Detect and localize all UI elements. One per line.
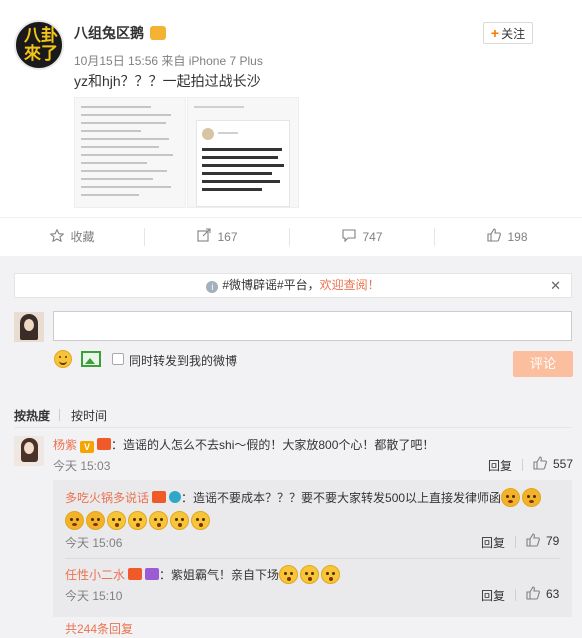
reply-text: ：造谣不要成本？？？要不要大家转发500以上直接发律师函 [181,491,502,505]
reply-like-count: 79 [546,534,560,548]
member-badge-icon [152,491,167,503]
separator [515,589,516,601]
repost-checkbox[interactable] [112,353,124,365]
wow-emoji-icon [107,511,126,530]
favorite-label: 收藏 [70,230,95,244]
post-image-2[interactable] [187,97,299,208]
image-icon[interactable] [81,351,101,367]
plus-icon: + [490,25,500,41]
comment-input[interactable] [53,311,572,341]
comment-text-row: 杨紫 V ：造谣的人怎么不去shi～假的！大家放800个心！都散了吧！ [53,436,434,453]
reply-like-button[interactable]: 79 [526,533,559,550]
weibo-post-page: 八 卦 來 了 八组兔区鹅 10月15日 15:56 来自 iPhone 7 P… [0,0,582,638]
divider [14,427,572,428]
post-text: yz和hjh？？？一起拍过战长沙 [74,73,261,89]
view-all-replies-link[interactable]: 共244条回复 [65,620,133,637]
star-icon [49,219,65,258]
like-count: 198 [507,230,528,244]
angry-emoji-icon [501,488,521,507]
wow-emoji-icon [300,565,320,584]
comment-text: ：造谣的人怎么不去shi～假的！大家放800个心！都散了吧！ [111,438,435,452]
post-source-prefix: 来自 [161,54,186,68]
reply-button[interactable]: 回复 [488,457,512,474]
thumbs-up-icon [526,533,540,550]
repost-checkbox-label[interactable]: 同时转发到我的微博 [129,352,237,369]
comment-like-count: 557 [553,457,574,471]
comment-count: 747 [362,230,383,244]
author-name[interactable]: 八组兔区鹅 [74,25,144,41]
reply-text: ：紫姐霸气！亲自下场 [159,568,280,582]
post-time[interactable]: 10月15日 15:56 [74,54,158,68]
wow-emoji-icon [191,511,210,530]
reply-text-row: 多吃火锅多说话 ：造谣不要成本？？？要不要大家转发500以上直接发律师函 [65,488,543,507]
thumbs-up-icon [487,219,502,258]
sort-by-time-tab[interactable]: 按时间 [71,407,107,424]
wow-emoji-icon [321,565,341,584]
wow-emoji-icon [170,511,189,530]
favorite-button[interactable]: 收藏 [0,218,145,257]
thumbs-up-icon [533,456,547,473]
action-bar: 收藏 167 747 198 [0,217,582,256]
wow-emoji-icon [279,565,299,584]
follow-button[interactable]: + 关注 [483,22,533,44]
reply-list: 多吃火锅多说话 ：造谣不要成本？？？要不要大家转发500以上直接发律师函 今天 1… [53,480,572,617]
avatar-char-1: 八 [24,26,41,46]
rumor-notice-bar: i #微博辟谣#平台，欢迎查阅！ ✕ [14,273,572,298]
info-icon: i [206,281,219,293]
post-meta: 10月15日 15:56 来自 iPhone 7 Plus [74,52,263,69]
angry-emoji-icon [86,511,105,530]
angry-emoji-icon [522,488,542,507]
comment-icon [342,219,357,258]
follow-label: 关注 [501,27,526,41]
separator [522,459,523,471]
avatar-char-3: 來 [24,44,41,64]
separator [515,536,516,548]
sort-by-hot-tab[interactable]: 按热度 [14,407,50,424]
notice-text: #微博辟谣#平台， [222,278,320,292]
avatar-char-2: 卦 [41,26,58,46]
comment-user[interactable]: 杨紫 [53,438,77,452]
wow-emoji-icon [149,511,168,530]
repost-icon [197,219,212,258]
repost-count: 167 [217,230,238,244]
close-icon[interactable]: ✕ [550,274,561,297]
comment-button[interactable]: 747 [290,218,435,257]
reply-like-count: 63 [546,587,560,601]
comment-like-button[interactable]: 557 [533,456,573,473]
reply-button[interactable]: 回复 [481,587,505,604]
verified-icon: V [80,441,95,453]
post-source: iPhone 7 Plus [188,54,263,68]
reply-button[interactable]: 回复 [481,534,505,551]
submit-comment-button[interactable]: 评论 [513,351,573,377]
like-button[interactable]: 198 [435,218,580,257]
reply-user[interactable]: 任性小二水 [65,568,125,582]
reply-emoji-row [65,511,212,530]
angry-emoji-icon [65,511,84,530]
commenter-avatar[interactable] [14,436,44,466]
current-user-avatar [14,312,44,342]
notice-link[interactable]: 欢迎查阅！ [320,278,380,292]
author-name-row: 八组兔区鹅 [74,23,166,43]
fan-badge-icon [169,491,182,503]
thumbs-up-icon [526,586,540,603]
fan-badge-icon [145,568,160,580]
reply-user[interactable]: 多吃火锅多说话 [65,491,149,505]
reply-text-row: 任性小二水 ：紫姐霸气！亲自下场 [65,565,342,584]
reply-time: 今天 15:06 [65,536,123,550]
divider [65,558,560,559]
emoji-icon[interactable] [54,350,72,368]
reply-time: 今天 15:10 [65,589,123,603]
avatar-char-4: 了 [41,44,58,64]
reply-like-button[interactable]: 63 [526,586,559,603]
sort-divider [59,409,60,421]
member-badge-icon [150,26,166,40]
comment-time: 今天 15:03 [53,459,111,473]
repost-button[interactable]: 167 [145,218,290,257]
member-badge-icon [128,568,143,580]
author-avatar[interactable]: 八 卦 來 了 [14,20,64,70]
member-badge-icon [97,438,112,450]
post-image-1[interactable] [74,97,186,208]
wow-emoji-icon [128,511,147,530]
